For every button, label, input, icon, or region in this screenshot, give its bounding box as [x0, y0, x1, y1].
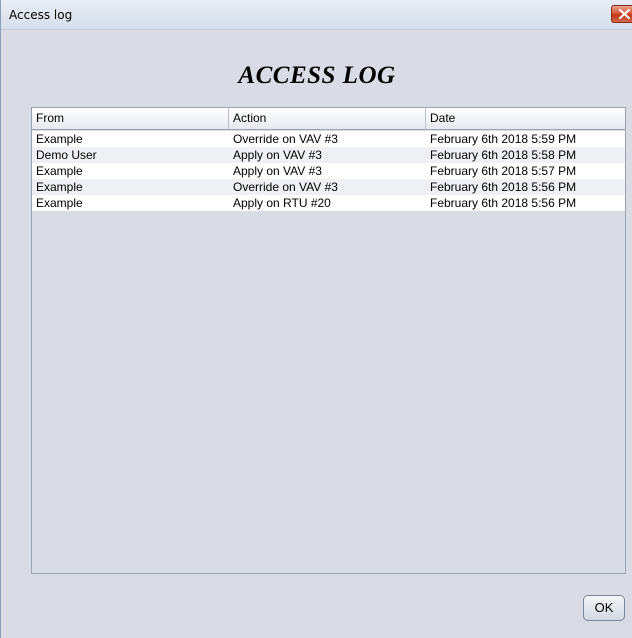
cell-action: Override on VAV #3	[233, 132, 338, 146]
cell-from: Demo User	[36, 148, 97, 162]
cell-from: Example	[36, 164, 83, 178]
table-row[interactable]: Example Apply on RTU #20 February 6th 20…	[32, 195, 625, 211]
table-row[interactable]: Demo User Apply on VAV #3 February 6th 2…	[32, 147, 625, 163]
column-header-action[interactable]: Action	[229, 108, 426, 129]
table-row[interactable]: Example Override on VAV #3 February 6th …	[32, 131, 625, 147]
column-header-from[interactable]: From	[32, 108, 229, 129]
close-icon	[619, 9, 630, 19]
title-bar[interactable]: Access log	[1, 0, 632, 30]
cell-from: Example	[36, 180, 83, 194]
window-title: Access log	[9, 8, 73, 22]
close-button[interactable]	[611, 5, 632, 23]
cell-date: February 6th 2018 5:58 PM	[430, 148, 577, 162]
page-title: ACCESS LOG	[238, 62, 396, 89]
cell-action: Apply on RTU #20	[233, 196, 331, 210]
column-header-date[interactable]: Date	[426, 108, 625, 129]
cell-date: February 6th 2018 5:56 PM	[430, 196, 577, 210]
cell-action: Apply on VAV #3	[233, 164, 322, 178]
cell-action: Apply on VAV #3	[233, 148, 322, 162]
table-row[interactable]: Example Apply on VAV #3 February 6th 201…	[32, 163, 625, 179]
ok-button[interactable]: OK	[583, 595, 625, 621]
table-row[interactable]: Example Override on VAV #3 February 6th …	[32, 179, 625, 195]
cell-date: February 6th 2018 5:56 PM	[430, 180, 577, 194]
table-header: From Action Date	[32, 108, 625, 130]
access-log-table[interactable]: From Action Date Example Override on VAV…	[31, 107, 626, 574]
cell-action: Override on VAV #3	[233, 180, 338, 194]
cell-date: February 6th 2018 5:57 PM	[430, 164, 577, 178]
cell-from: Example	[36, 132, 83, 146]
cell-date: February 6th 2018 5:59 PM	[430, 132, 577, 146]
cell-from: Example	[36, 196, 83, 210]
access-log-window: Access log ACCESS LOG From Action Date E…	[0, 0, 632, 638]
